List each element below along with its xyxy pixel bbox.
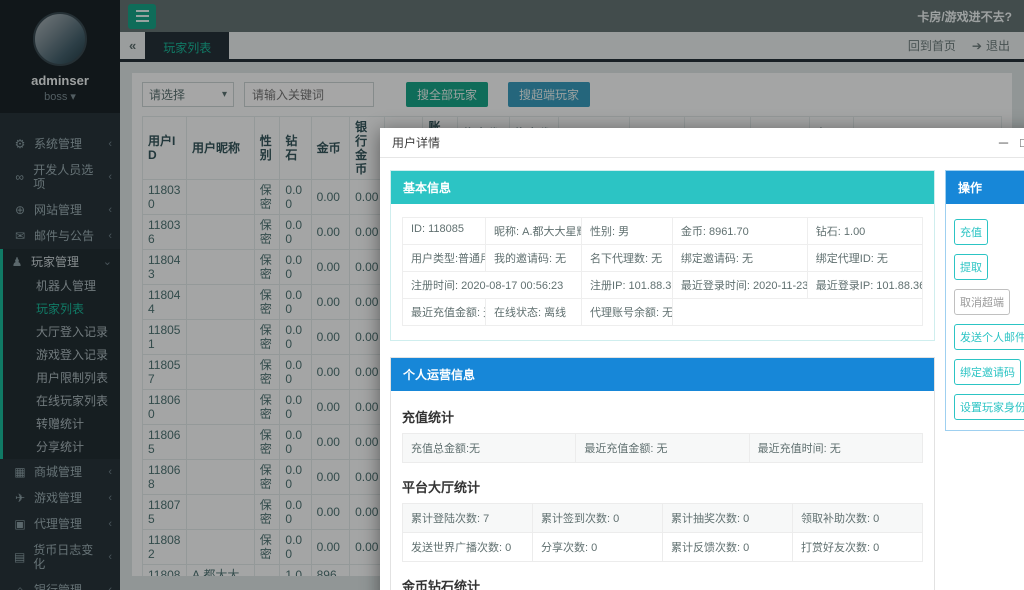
- detail-main-column: 基本信息 ID: 118085昵称: A.都大大星耀财神性别: 男金币: 896…: [390, 170, 935, 590]
- basic-info-cell: 名下代理数: 无: [582, 245, 673, 271]
- stat-cell: 分享次数: 0: [533, 533, 663, 561]
- basic-info-cell: 最近登录时间: 2020-11-23 11:14:44: [673, 272, 808, 298]
- stat-section-title: 充值统计: [402, 407, 923, 426]
- operations-header: 操作: [946, 171, 1024, 204]
- maximize-icon[interactable]: □: [1020, 135, 1024, 150]
- basic-info-cell: 最近登录IP: 101.88.36.222: [808, 272, 922, 298]
- basic-info-row: 注册时间: 2020-08-17 00:56:23注册IP: 101.88.36…: [403, 272, 922, 299]
- stat-cell: 打赏好友次数: 0: [793, 533, 922, 561]
- basic-info-cell: 钻石: 1.00: [808, 218, 922, 244]
- basic-info-cell-empty: [673, 299, 922, 325]
- stat-cell: 领取补助次数: 0: [793, 504, 922, 532]
- stat-section-title: 平台大厅统计: [402, 477, 923, 496]
- stat-cell: 发送世界广播次数: 0: [403, 533, 533, 561]
- personal-info-card: 个人运营信息 充值统计充值总金额:无最近充值金额: 无最近充值时间: 无平台大厅…: [390, 357, 935, 590]
- basic-info-cell: 代理账号余额: 无: [582, 299, 673, 325]
- basic-info-cell: 金币: 8961.70: [673, 218, 808, 244]
- basic-info-cell: 绑定邀请码: 无: [673, 245, 808, 271]
- personal-info-header: 个人运营信息: [391, 358, 934, 391]
- basic-info-cell: 昵称: A.都大大星耀财神: [486, 218, 582, 244]
- stat-cell: 最近充值金额: 无: [576, 434, 749, 462]
- operations-buttons: 充值提取取消超端发送个人邮件绑定邀请码设置玩家身份: [946, 204, 1024, 430]
- basic-info-cell: 性别: 男: [582, 218, 673, 244]
- app-root: adminser boss ▾ ⚙系统管理‹∞开发人员选项‹⊕网站管理‹✉邮件与…: [0, 0, 1024, 590]
- user-detail-modal: 用户详情 ─ □ 基本信息 ID: 118085昵称: A.都大大星耀财神性别:…: [380, 128, 1024, 590]
- basic-info-row: 用户类型:普通用户我的邀请码: 无名下代理数: 无绑定邀请码: 无绑定代理ID:…: [403, 245, 922, 272]
- operations-column: 操作 充值提取取消超端发送个人邮件绑定邀请码设置玩家身份: [945, 170, 1024, 590]
- stat-row: 累计登陆次数: 7累计签到次数: 0累计抽奖次数: 0领取补助次数: 0: [402, 503, 923, 533]
- stat-cell: 累计反馈次数: 0: [663, 533, 793, 561]
- op-button-充值[interactable]: 充值: [954, 219, 988, 245]
- basic-info-cell: 绑定代理ID: 无: [808, 245, 922, 271]
- basic-info-cell: ID: 118085: [403, 218, 486, 244]
- stat-cell: 充值总金额:无: [403, 434, 576, 462]
- operations-card: 操作 充值提取取消超端发送个人邮件绑定邀请码设置玩家身份: [945, 170, 1024, 431]
- op-button-发送个人邮件[interactable]: 发送个人邮件: [954, 324, 1024, 350]
- personal-sections: 充值统计充值总金额:无最近充值金额: 无最近充值时间: 无平台大厅统计累计登陆次…: [391, 391, 934, 590]
- stat-cell: 累计登陆次数: 7: [403, 504, 533, 532]
- op-button-绑定邀请码[interactable]: 绑定邀请码: [954, 359, 1021, 385]
- basic-info-cell: 在线状态: 离线: [486, 299, 582, 325]
- basic-info-cell: 用户类型:普通用户: [403, 245, 486, 271]
- stat-section-title: 金币钻石统计: [402, 576, 923, 590]
- modal-header: 用户详情 ─ □: [380, 128, 1024, 158]
- basic-info-table: ID: 118085昵称: A.都大大星耀财神性别: 男金币: 8961.70钻…: [402, 217, 923, 326]
- basic-info-cell: 注册IP: 101.88.36.222: [582, 272, 673, 298]
- stat-row: 发送世界广播次数: 0分享次数: 0累计反馈次数: 0打赏好友次数: 0: [402, 533, 923, 562]
- stat-cell: 累计抽奖次数: 0: [663, 504, 793, 532]
- op-button-设置玩家身份[interactable]: 设置玩家身份: [954, 394, 1024, 420]
- stat-cell: 累计签到次数: 0: [533, 504, 663, 532]
- basic-info-header: 基本信息: [391, 171, 934, 204]
- stat-row: 充值总金额:无最近充值金额: 无最近充值时间: 无: [402, 433, 923, 463]
- minimize-icon[interactable]: ─: [999, 135, 1008, 150]
- basic-info-cell: 我的邀请码: 无: [486, 245, 582, 271]
- basic-info-row: ID: 118085昵称: A.都大大星耀财神性别: 男金币: 8961.70钻…: [403, 218, 922, 245]
- basic-info-cell: 注册时间: 2020-08-17 00:56:23: [403, 272, 582, 298]
- op-button-取消超端[interactable]: 取消超端: [954, 289, 1010, 315]
- basic-info-row: 最近充值金额: 无在线状态: 离线代理账号余额: 无: [403, 299, 922, 325]
- basic-info-cell: 最近充值金额: 无: [403, 299, 486, 325]
- modal-body: 基本信息 ID: 118085昵称: A.都大大星耀财神性别: 男金币: 896…: [380, 158, 1024, 590]
- stat-cell: 最近充值时间: 无: [750, 434, 922, 462]
- modal-title: 用户详情: [392, 134, 440, 151]
- op-button-提取[interactable]: 提取: [954, 254, 988, 280]
- basic-info-card: 基本信息 ID: 118085昵称: A.都大大星耀财神性别: 男金币: 896…: [390, 170, 935, 341]
